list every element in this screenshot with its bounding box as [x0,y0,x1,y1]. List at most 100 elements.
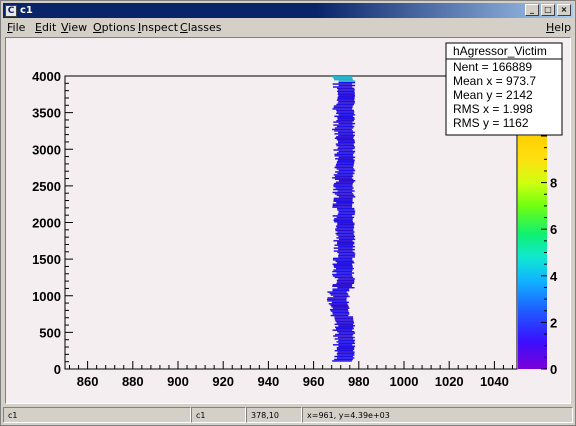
band-cell [338,122,356,125]
menu-file[interactable]: File [7,21,25,34]
z-tick-label: 0 [550,362,557,377]
window-controls: _ □ × [525,4,571,16]
band-cell [327,300,347,302]
band-cell [338,278,355,280]
band-cell [332,275,353,277]
band-cell [334,175,354,178]
title-bar[interactable]: C c1 _ □ × [3,3,573,18]
y-tick-label: 3500 [32,106,61,121]
band-cell [333,121,353,123]
band-cell [334,319,354,321]
band-cell [337,172,355,175]
band-cell [338,253,356,255]
menu-options[interactable]: Options [93,21,135,34]
band-cell [337,207,355,210]
band-cell [336,194,355,197]
menu-help[interactable]: Help [546,21,571,34]
band-cell [338,212,355,214]
root-canvas[interactable]: 860 880 900 920 940 960 980 1000 1020 1040 0 500 10… [5,37,571,404]
band-cell [338,92,355,94]
band-cell [333,295,350,298]
band-cell [338,114,356,116]
band-cell [333,188,353,191]
band-cell [337,286,355,289]
band-cell [338,332,356,334]
color-palette-bar [518,136,547,369]
band-cell [336,119,355,122]
menu-edit[interactable]: Edit [35,21,56,34]
maximize-button[interactable]: □ [541,4,555,16]
band-cell [337,97,355,100]
band-cell [337,190,355,192]
band-cell [338,81,356,84]
band-cell [337,223,355,226]
minimize-button[interactable]: _ [525,4,539,16]
band-cell [327,298,347,301]
close-button[interactable]: × [557,4,571,16]
band-cell [333,257,353,260]
band-cell [338,325,355,327]
menu-classes[interactable]: Classes [180,21,221,34]
band-cell [337,102,355,104]
stats-mean-y: Mean y = 2142 [453,88,533,102]
band-cell [337,96,355,98]
band-cell [333,174,353,176]
y-tick-label: 3000 [32,142,61,157]
band-cell [335,187,354,189]
menu-view[interactable]: View [61,21,87,34]
band-cell [333,219,353,222]
band-cell [335,181,354,183]
band-cell [336,347,355,349]
menu-inspect[interactable]: Inspect [138,21,178,34]
band-cell [331,301,349,304]
band-cell [334,115,354,118]
histogram-plot[interactable]: 860 880 900 920 940 960 980 1000 1020 1040 050010… [6,38,570,403]
band-cell [337,147,355,150]
band-cell [336,282,354,285]
band-cell [336,216,355,219]
band-cell [332,273,352,276]
band-cell [332,128,352,131]
band-cell [336,234,355,236]
x-tick-label: 1000 [390,374,419,389]
band-cell [336,138,355,141]
band-cell [332,76,353,78]
y-tick-label: 4000 [32,69,61,84]
band-cell [337,159,355,161]
root-app-icon[interactable]: C [5,4,17,17]
band-cell [332,204,353,207]
band-cell [330,304,349,307]
band-cell [334,127,354,129]
band-cell [333,200,353,202]
status-cell-object: c1 [191,407,246,423]
band-cell [337,93,355,96]
band-cell [338,256,355,258]
band-cell [335,158,354,160]
band-cell [333,335,353,337]
band-cell [335,260,354,263]
status-bar: c1 c1 378,10 x=961, y=4.39e+03 [3,407,573,423]
band-cell [337,351,355,353]
band-cell [334,153,354,156]
band-cell [335,232,354,235]
status-cell-coords: x=961, y=4.39e+03 [302,407,573,423]
band-cell [332,307,350,309]
band-cell [333,247,353,249]
band-cell [338,80,356,82]
y-tick-label: 2000 [32,216,61,231]
band-cell [336,279,355,282]
menu-bar: File Edit View Options Inspect Classes H… [3,19,573,36]
x-tick-label: 920 [212,374,234,389]
band-cell [334,317,354,320]
band-cell [332,288,350,290]
band-cell [333,184,353,186]
band-cell [330,314,349,317]
band-cell [337,118,355,120]
band-cell [334,323,354,326]
y-tick-label: 0 [54,362,61,377]
band-cell [338,100,355,103]
band-cell [337,209,355,211]
band-cell [334,276,354,279]
band-cell [334,218,353,220]
stats-box[interactable]: hAgressor_Victim Nent = 166889 Mean x = … [445,42,563,136]
